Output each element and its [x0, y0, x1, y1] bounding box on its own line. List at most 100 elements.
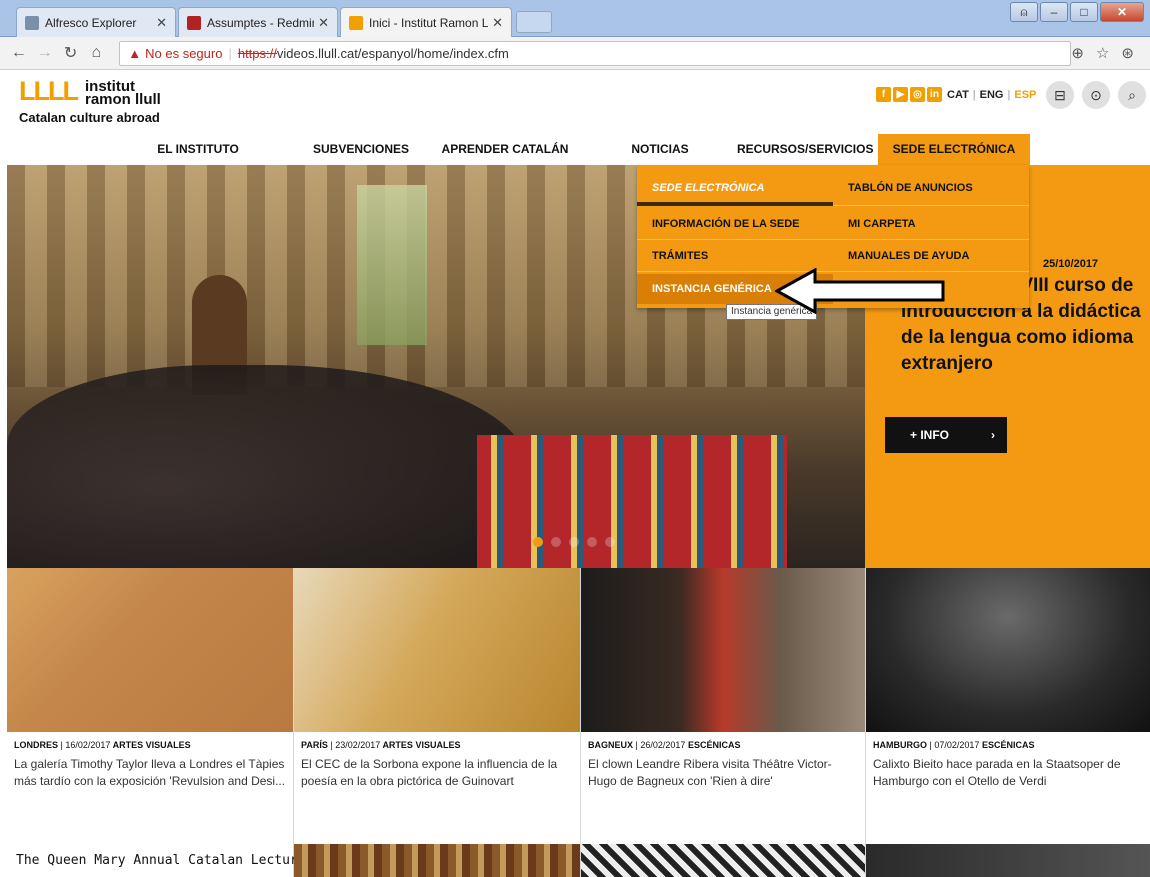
location-pin-icon[interactable]: ⊙ — [1082, 81, 1110, 109]
bookmark-star-icon[interactable]: ☆ — [1096, 44, 1109, 62]
pointer-arrow-icon — [775, 268, 945, 314]
dropdown-heading[interactable]: SEDE ELECTRÓNICA — [637, 173, 833, 203]
home-icon[interactable]: ⌂ — [85, 44, 107, 62]
news-image[interactable] — [294, 568, 580, 732]
extension-icon[interactable]: ⊛ — [1121, 44, 1134, 62]
youtube-icon[interactable]: ▶ — [893, 87, 908, 102]
news-headline[interactable]: Calixto Bieito hace parada en la Staatso… — [873, 756, 1143, 790]
user-icon[interactable]: ⍝ — [1010, 2, 1038, 22]
close-window-button[interactable]: ✕ — [1100, 2, 1144, 22]
lecture-title[interactable]: The Queen Mary Annual Catalan Lecture — [7, 844, 306, 868]
dropdown-item-informacion-sede[interactable]: INFORMACIÓN DE LA SEDE — [637, 209, 833, 239]
news-headline[interactable]: El clown Leandre Ribera visita Théâtre V… — [588, 756, 858, 790]
nav-noticias[interactable]: NOTICIAS — [620, 134, 700, 165]
url-path: videos.llull.cat/espanyol/home/index.cfm — [276, 45, 509, 61]
redmine-favicon-icon — [187, 15, 201, 30]
news-meta: BAGNEUX | 26/02/2017 ESCÉNICAS — [588, 740, 865, 750]
news-image[interactable] — [294, 844, 580, 877]
back-arrow-icon[interactable]: ← — [8, 44, 30, 62]
news-card[interactable]: PARÍS | 23/02/2017 ARTES VISUALES El CEC… — [294, 568, 580, 844]
forward-arrow-icon[interactable]: → — [34, 44, 56, 62]
tab-close-icon[interactable]: ✕ — [492, 15, 503, 31]
news-category: ESCÉNICAS — [687, 740, 741, 750]
news-date: 26/02/2017 — [640, 740, 686, 750]
language-switcher: CAT | ENG | ESP — [947, 89, 1036, 101]
news-city: HAMBURGO — [873, 740, 927, 750]
warning-icon: ▲ — [128, 45, 142, 61]
more-info-button[interactable]: + INFO › — [885, 417, 1007, 453]
tab-title: Inici - Institut Ramon Llul — [369, 15, 489, 30]
tagline: Catalan culture abroad — [19, 110, 160, 125]
news-meta: PARÍS | 23/02/2017 ARTES VISUALES — [301, 740, 580, 750]
lang-separator: | — [972, 89, 976, 101]
nav-sede-electronica[interactable]: SEDE ELECTRÓNICA — [878, 134, 1030, 165]
search-icon[interactable]: ⌕ — [1118, 81, 1146, 109]
carousel-dot[interactable] — [587, 537, 597, 547]
news-city: LONDRES — [14, 740, 59, 750]
news-image[interactable] — [581, 844, 865, 877]
main-navigation: EL INSTITUTO SUBVENCIONES APRENDER CATAL… — [0, 134, 1150, 165]
tab-alfresco[interactable]: Alfresco Explorer ✕ — [16, 7, 176, 37]
reload-icon[interactable]: ↻ — [60, 43, 82, 63]
news-image[interactable] — [581, 568, 865, 732]
zoom-icon[interactable]: ⊕ — [1071, 44, 1084, 62]
address-bar: ← → ↻ ⌂ ▲ No es seguro | https:// videos… — [0, 37, 1150, 70]
maximize-button[interactable]: □ — [1070, 2, 1098, 22]
logo-line-2: ramon llull — [84, 91, 161, 108]
tab-title: Alfresco Explorer — [45, 15, 137, 30]
nav-el-instituto[interactable]: EL INSTITUTO — [148, 134, 248, 165]
tab-close-icon[interactable]: ✕ — [156, 15, 167, 31]
news-image[interactable] — [866, 568, 1150, 732]
instagram-icon[interactable]: ◎ — [910, 87, 925, 102]
news-card[interactable]: BAGNEUX | 26/02/2017 ESCÉNICAS El clown … — [581, 568, 865, 844]
omnibox-divider: | — [228, 45, 232, 61]
linkedin-icon[interactable]: in — [927, 87, 942, 102]
lang-eng[interactable]: ENG — [980, 89, 1004, 101]
news-headline[interactable]: El CEC de la Sorbona expone la influenci… — [301, 756, 573, 790]
news-card[interactable]: HAMBURGO | 07/02/2017 ESCÉNICAS Calixto … — [866, 568, 1150, 844]
facebook-icon[interactable]: f — [876, 87, 891, 102]
meta-separator: | — [929, 740, 932, 750]
news-category: ARTES VISUALES — [382, 740, 461, 750]
more-info-label: + INFO — [910, 428, 950, 442]
window-controls: ⍝ – □ ✕ — [1010, 2, 1144, 22]
news-card[interactable]: LONDRES | 16/02/2017 ARTES VISUALES La g… — [7, 568, 293, 844]
newsletter-icon[interactable]: ⊟ — [1046, 81, 1074, 109]
url-input[interactable]: ▲ No es seguro | https:// videos.llull.c… — [119, 40, 1072, 66]
nav-recursos-servicios[interactable]: RECURSOS/SERVICIOS — [737, 134, 873, 165]
hero-date: 25/10/2017 — [1043, 258, 1099, 270]
site-header: LLLL institut ramon llull Catalan cultur… — [0, 70, 1150, 134]
minimize-button[interactable]: – — [1040, 2, 1068, 22]
tab-title: Assumptes - Redmine - — [207, 15, 314, 30]
dropdown-item-manuales-ayuda[interactable]: MANUALES DE AYUDA — [833, 241, 1029, 271]
tab-redmine[interactable]: Assumptes - Redmine - ✕ — [178, 7, 338, 37]
carousel-dot[interactable] — [569, 537, 579, 547]
new-tab-button[interactable] — [516, 11, 552, 33]
news-headline[interactable]: La galería Timothy Taylor lleva a Londre… — [14, 756, 286, 790]
logo[interactable]: LLLL institut ramon llull — [19, 76, 161, 108]
lang-esp[interactable]: ESP — [1014, 89, 1036, 101]
dropdown-item-tablon-anuncios[interactable]: TABLÓN DE ANUNCIOS — [833, 173, 1029, 203]
tab-close-icon[interactable]: ✕ — [318, 15, 329, 31]
tab-institut-ramon-llull[interactable]: Inici - Institut Ramon Llul ✕ — [340, 7, 512, 37]
meta-separator: | — [60, 740, 63, 750]
news-city: PARÍS — [301, 740, 328, 750]
carousel-dot[interactable] — [551, 537, 561, 547]
news-date: 07/02/2017 — [934, 740, 980, 750]
nav-subvenciones[interactable]: SUBVENCIONES — [306, 134, 416, 165]
lang-cat[interactable]: CAT — [947, 89, 969, 101]
carousel-dot[interactable] — [605, 537, 615, 547]
news-city: BAGNEUX — [588, 740, 634, 750]
security-label[interactable]: No es seguro — [145, 46, 222, 61]
dropdown-item-tramites[interactable]: TRÁMITES — [637, 241, 833, 271]
nav-aprender-catalan[interactable]: APRENDER CATALÁN — [440, 134, 570, 165]
news-image[interactable] — [866, 844, 1150, 877]
logo-mark: LLLL — [19, 76, 79, 106]
news-image[interactable] — [7, 568, 293, 732]
carousel-dots — [533, 537, 615, 547]
carousel-dot[interactable] — [533, 537, 543, 547]
news-date: 16/02/2017 — [65, 740, 111, 750]
news-meta: LONDRES | 16/02/2017 ARTES VISUALES — [14, 740, 293, 750]
dropdown-item-mi-carpeta[interactable]: MI CARPETA — [833, 209, 1029, 239]
news-card[interactable]: The Queen Mary Annual Catalan Lecture — [7, 844, 306, 877]
